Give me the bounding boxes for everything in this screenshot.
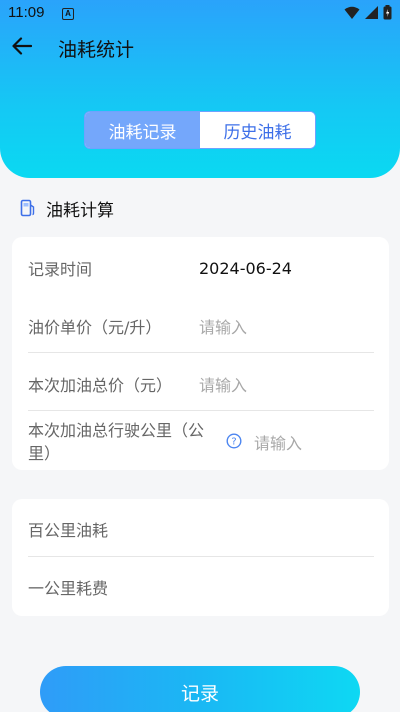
unit-price-row: 油价单价（元/升） 请输入: [28, 309, 374, 343]
back-button[interactable]: [8, 32, 36, 60]
per-100km-label: 百公里油耗: [28, 521, 109, 540]
header-background: 11:09 A 油耗统计 油耗记录 历史油耗: [0, 0, 400, 178]
per-km-cost-row: 一公里耗费: [28, 570, 374, 604]
fuel-input-card: 记录时间 2024-06-24 油价单价（元/升） 请输入 本次加油总价（元） …: [12, 237, 389, 470]
result-card: 百公里油耗 一公里耗费: [12, 499, 389, 616]
record-time-value[interactable]: 2024-06-24: [199, 259, 292, 278]
tab-fuel-history[interactable]: 历史油耗: [200, 112, 315, 148]
divider: [28, 410, 374, 411]
svg-text:?: ?: [231, 437, 236, 448]
fuel-pump-icon: [20, 199, 35, 217]
battery-icon: [383, 5, 392, 20]
help-icon[interactable]: ?: [226, 433, 242, 449]
section-title: 油耗计算: [46, 200, 114, 221]
total-price-input[interactable]: 请输入: [199, 372, 247, 396]
arrow-left-icon: [12, 37, 32, 55]
total-km-label: 本次加油总行驶公里（公里）: [28, 421, 205, 463]
per-km-cost-label: 一公里耗费: [28, 579, 109, 598]
record-time-label: 记录时间: [28, 260, 93, 279]
divider: [28, 556, 374, 557]
status-bar: 11:09 A: [0, 0, 400, 28]
unit-price-input[interactable]: 请输入: [199, 314, 247, 338]
wifi-icon: [344, 6, 360, 19]
divider: [28, 352, 374, 353]
record-button[interactable]: 记录: [40, 666, 360, 712]
section-heading: 油耗计算: [20, 196, 114, 221]
signal-icon: [365, 6, 378, 19]
page-title: 油耗统计: [58, 39, 135, 61]
total-price-label: 本次加油总价（元）: [28, 376, 173, 395]
status-icons: [344, 5, 392, 20]
total-price-row: 本次加油总价（元） 请输入: [28, 367, 374, 401]
notification-icon: A: [62, 8, 74, 20]
tab-fuel-record[interactable]: 油耗记录: [85, 112, 200, 148]
total-km-input[interactable]: 请输入: [254, 430, 302, 454]
tab-switcher: 油耗记录 历史油耗: [84, 111, 316, 149]
unit-price-label: 油价单价（元/升）: [28, 318, 162, 337]
top-bar: 油耗统计: [0, 28, 400, 68]
per-100km-row: 百公里油耗: [28, 512, 374, 546]
record-time-row[interactable]: 记录时间 2024-06-24: [28, 251, 374, 285]
total-km-row: 本次加油总行驶公里（公里） ? 请输入: [28, 419, 374, 467]
status-time: 11:09: [8, 4, 45, 21]
